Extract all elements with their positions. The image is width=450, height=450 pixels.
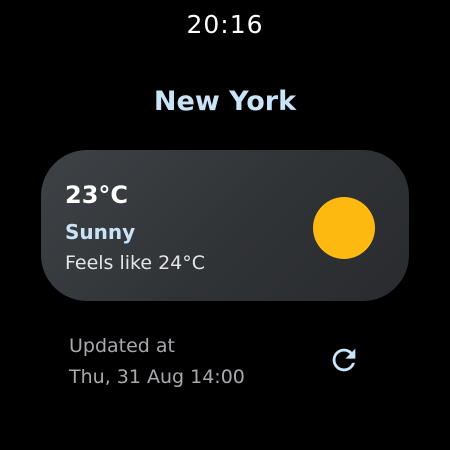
updated-timestamp: Thu, 31 Aug 14:00 bbox=[69, 366, 245, 388]
temperature-value: 23°C bbox=[65, 181, 129, 209]
updated-label: Updated at bbox=[69, 335, 176, 357]
weather-condition: Sunny bbox=[65, 220, 136, 244]
city-title: New York bbox=[153, 86, 297, 117]
weather-card[interactable]: 23°C Sunny Feels like 24°C bbox=[41, 150, 409, 301]
refresh-button[interactable] bbox=[324, 340, 364, 380]
sun-icon bbox=[313, 197, 375, 259]
status-time: 20:16 bbox=[186, 10, 264, 39]
feels-like-text: Feels like 24°C bbox=[65, 252, 206, 274]
refresh-icon bbox=[332, 348, 356, 372]
